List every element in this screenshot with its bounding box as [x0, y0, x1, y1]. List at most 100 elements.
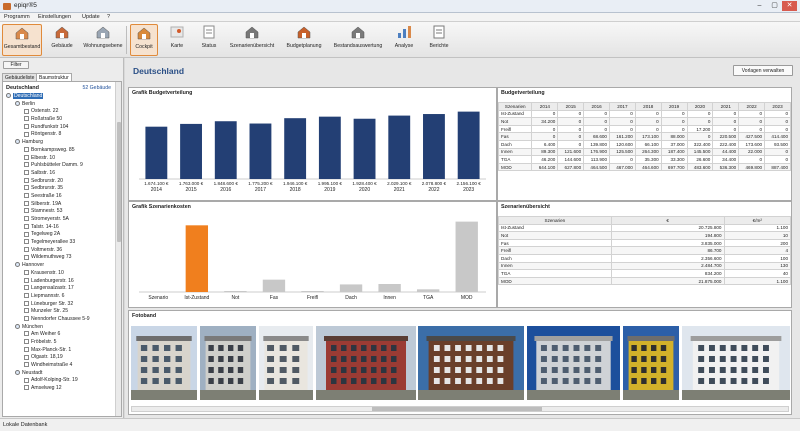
tree-item[interactable]: Roßstraße 50 [6, 116, 114, 124]
tree-item[interactable]: Liepmannstr. 6 [6, 293, 114, 301]
toolbar-analysis-button[interactable]: Analyse [390, 24, 418, 56]
table-row[interactable]: Fas 0 0 68.600 161.200 173.100 88.000 0 220.500 4… [497, 132, 791, 141]
toolbar-budget-button[interactable]: Budgetplanung [282, 24, 326, 56]
tree-item[interactable]: Olgastr. 18,19 [6, 354, 114, 362]
tree-item[interactable]: Stamnestr. 53 [6, 208, 114, 216]
building-photo[interactable] [527, 326, 620, 400]
tree-scrollbar[interactable] [115, 82, 121, 416]
table-row[interactable]: Innen 2.484.700 130 [498, 261, 791, 271]
toolbar-status-button[interactable]: Status [196, 24, 222, 56]
tree-item[interactable]: Langensalzastr. 17 [6, 285, 114, 293]
tree-item[interactable]: Am Weiher 6 [6, 331, 114, 339]
table-row[interactable]: Dach 2.356.600 100 [498, 253, 791, 263]
tree-item[interactable]: Hannover [6, 262, 114, 270]
tree-item[interactable]: Talstr. 14-16 [6, 224, 114, 232]
table-cell: 0 [557, 124, 585, 134]
budget-bar [423, 114, 445, 179]
tree-item-label: Wildemuthweg 73 [31, 254, 72, 261]
house-icon [24, 193, 29, 199]
tree-item[interactable]: Windheimstraße 4 [6, 362, 114, 370]
table-row[interactable]: Dach 6.400 0 139.800 120.600 66.100 37.000 322.… [497, 139, 791, 149]
tree-item[interactable]: Adolf-Kolping-Str. 19 [6, 377, 114, 385]
tree-item[interactable]: Neustadt [6, 370, 114, 378]
toolbar-apartment-button[interactable]: Wohnungsebene [80, 24, 126, 56]
table-row[interactable]: Freifl 0 0 0 0 0 0 17.200 0 0 0 [497, 124, 791, 134]
tree-item[interactable]: Krausenstr. 10 [6, 270, 114, 278]
toolbar-map-button[interactable]: Karte [164, 24, 190, 56]
table-row[interactable]: Innen 89.300 121.600 176.900 125.500 264.300 1… [497, 147, 791, 157]
building-photo[interactable] [623, 326, 679, 400]
menu-update[interactable]: Update [82, 14, 100, 20]
table-row[interactable]: Freifl 86.700 4 [498, 246, 791, 255]
tree-item[interactable]: Wildemuthweg 73 [6, 254, 114, 262]
building-photo[interactable] [259, 326, 313, 400]
tree-item[interactable]: Fröbelstr. 5 [6, 339, 114, 347]
tree-item[interactable]: Max-Planck-Str. 1 [6, 347, 114, 355]
budget-table: Szenarien 2014 2015 2016 2017 2018 2019 2020 202… [497, 102, 791, 172]
toolbar-reports-button[interactable]: Berichte [424, 24, 454, 56]
tree-item[interactable]: Sedbrurstr. 20 [6, 178, 114, 186]
tree-scroll-thumb[interactable] [117, 122, 121, 242]
toolbar-building-button[interactable]: Gebäude [46, 24, 78, 56]
close-button[interactable]: ✕ [782, 1, 797, 11]
table-row[interactable]: Ist-Zustand 0 0 0 0 0 0 0 0 0 0 [497, 109, 791, 119]
photo-scrollbar[interactable] [131, 406, 789, 412]
tab-baumstruktur[interactable]: Baumstruktur [36, 73, 72, 81]
table-row[interactable]: Fas 3.835.000 200 [498, 238, 791, 248]
menu-bar: Programm Einstellungen Update ? [0, 13, 800, 22]
maximize-button[interactable]: ▢ [767, 1, 782, 11]
table-row[interactable]: Ist-Zustand 20.725.800 1.100 [498, 223, 791, 233]
filter-button[interactable]: Filter [3, 61, 29, 69]
house-icon [24, 269, 29, 275]
tree-item[interactable]: Röntgenstr. 8 [6, 131, 114, 139]
menu-einstellungen[interactable]: Einstellungen [38, 14, 71, 20]
tree-item[interactable]: Sedbrurstr. 35 [6, 185, 114, 193]
tree-item[interactable]: Tegelmeyerallee 33 [6, 239, 114, 247]
table-cell: 0 [686, 117, 714, 126]
building-photo[interactable] [316, 326, 416, 400]
table-row[interactable]: MOD 21.875.000 1.100 [498, 276, 791, 286]
budget-value-label: 1.995.100 € [318, 181, 343, 186]
tree-item[interactable]: Hamburg [6, 139, 114, 147]
photo-scroll-thumb[interactable] [372, 407, 542, 411]
menu-programm[interactable]: Programm [4, 14, 30, 20]
building-photo[interactable] [200, 326, 256, 400]
tree-item[interactable]: Salbstr. 16 [6, 170, 114, 178]
table-cell: 194.800 [610, 231, 725, 240]
tree-item[interactable]: Tegelweg 2A [6, 231, 114, 239]
tree-item[interactable]: Ostenstr. 22 [6, 108, 114, 116]
table-row[interactable]: MOD 644.100 627.800 464.500 467.000 464.600 69… [497, 162, 791, 172]
toolbar-scenario-button[interactable]: Szenarienübersicht [226, 24, 278, 56]
tree-item[interactable]: München [6, 324, 114, 332]
toolbar-inventory-button[interactable]: Bestandsauswertung [330, 24, 386, 56]
tree-item[interactable]: Berlin [6, 101, 114, 109]
tree-item[interactable]: Elbestr. 10 [6, 155, 114, 163]
tree-item[interactable]: Stromeyerstr. 5A [6, 216, 114, 224]
tree-item[interactable]: Bornkampsweg. 85 [6, 147, 114, 155]
tree-item[interactable]: Voltmerstr. 36 [6, 247, 114, 255]
table-row[interactable]: TGA 834.200 40 [498, 269, 791, 278]
table-row[interactable]: Not 194.800 10 [498, 231, 791, 240]
tree-item[interactable]: Amselweg 12 [6, 385, 114, 393]
tree-item[interactable]: Puhlsbütteler Damm. 9 [6, 162, 114, 170]
manage-templates-button[interactable]: Vorlagen verwalten [733, 65, 793, 76]
table-row[interactable]: Not 34.200 0 0 0 0 0 0 0 0 0 [497, 117, 791, 126]
tree-item[interactable]: Silberstr. 19A [6, 201, 114, 209]
menu-help[interactable]: ? [107, 14, 110, 20]
tree-item[interactable]: Ladenburgerstr. 16 [6, 278, 114, 286]
budget-value-label: 1.946.100 € [283, 181, 308, 186]
tree-item[interactable]: Rundfunkstr 104 [6, 124, 114, 132]
table-row[interactable]: TGA 46.200 144.600 113.900 0 35.300 33.300 26.6… [497, 155, 791, 164]
toolbar-portfolio-button[interactable]: Gesamtbestand [2, 24, 42, 56]
tree-item[interactable]: Munzeler Str. 25 [6, 308, 114, 316]
toolbar-cockpit-button[interactable]: Cockpit [130, 24, 158, 56]
building-photo[interactable] [418, 326, 524, 400]
tab-gebaeudeliste[interactable]: Gebäudeliste [2, 73, 38, 81]
minimize-button[interactable]: – [752, 1, 767, 11]
building-photo[interactable] [131, 326, 197, 400]
tree-item[interactable]: Lüneburger Str. 32 [6, 301, 114, 309]
building-photo[interactable] [682, 326, 790, 400]
tree-item[interactable]: Deutschland [6, 93, 114, 101]
tree-item[interactable]: Seestraße 16 [6, 193, 114, 201]
tree-item[interactable]: Nenndorfer Chaussee 5-9 [6, 316, 114, 324]
